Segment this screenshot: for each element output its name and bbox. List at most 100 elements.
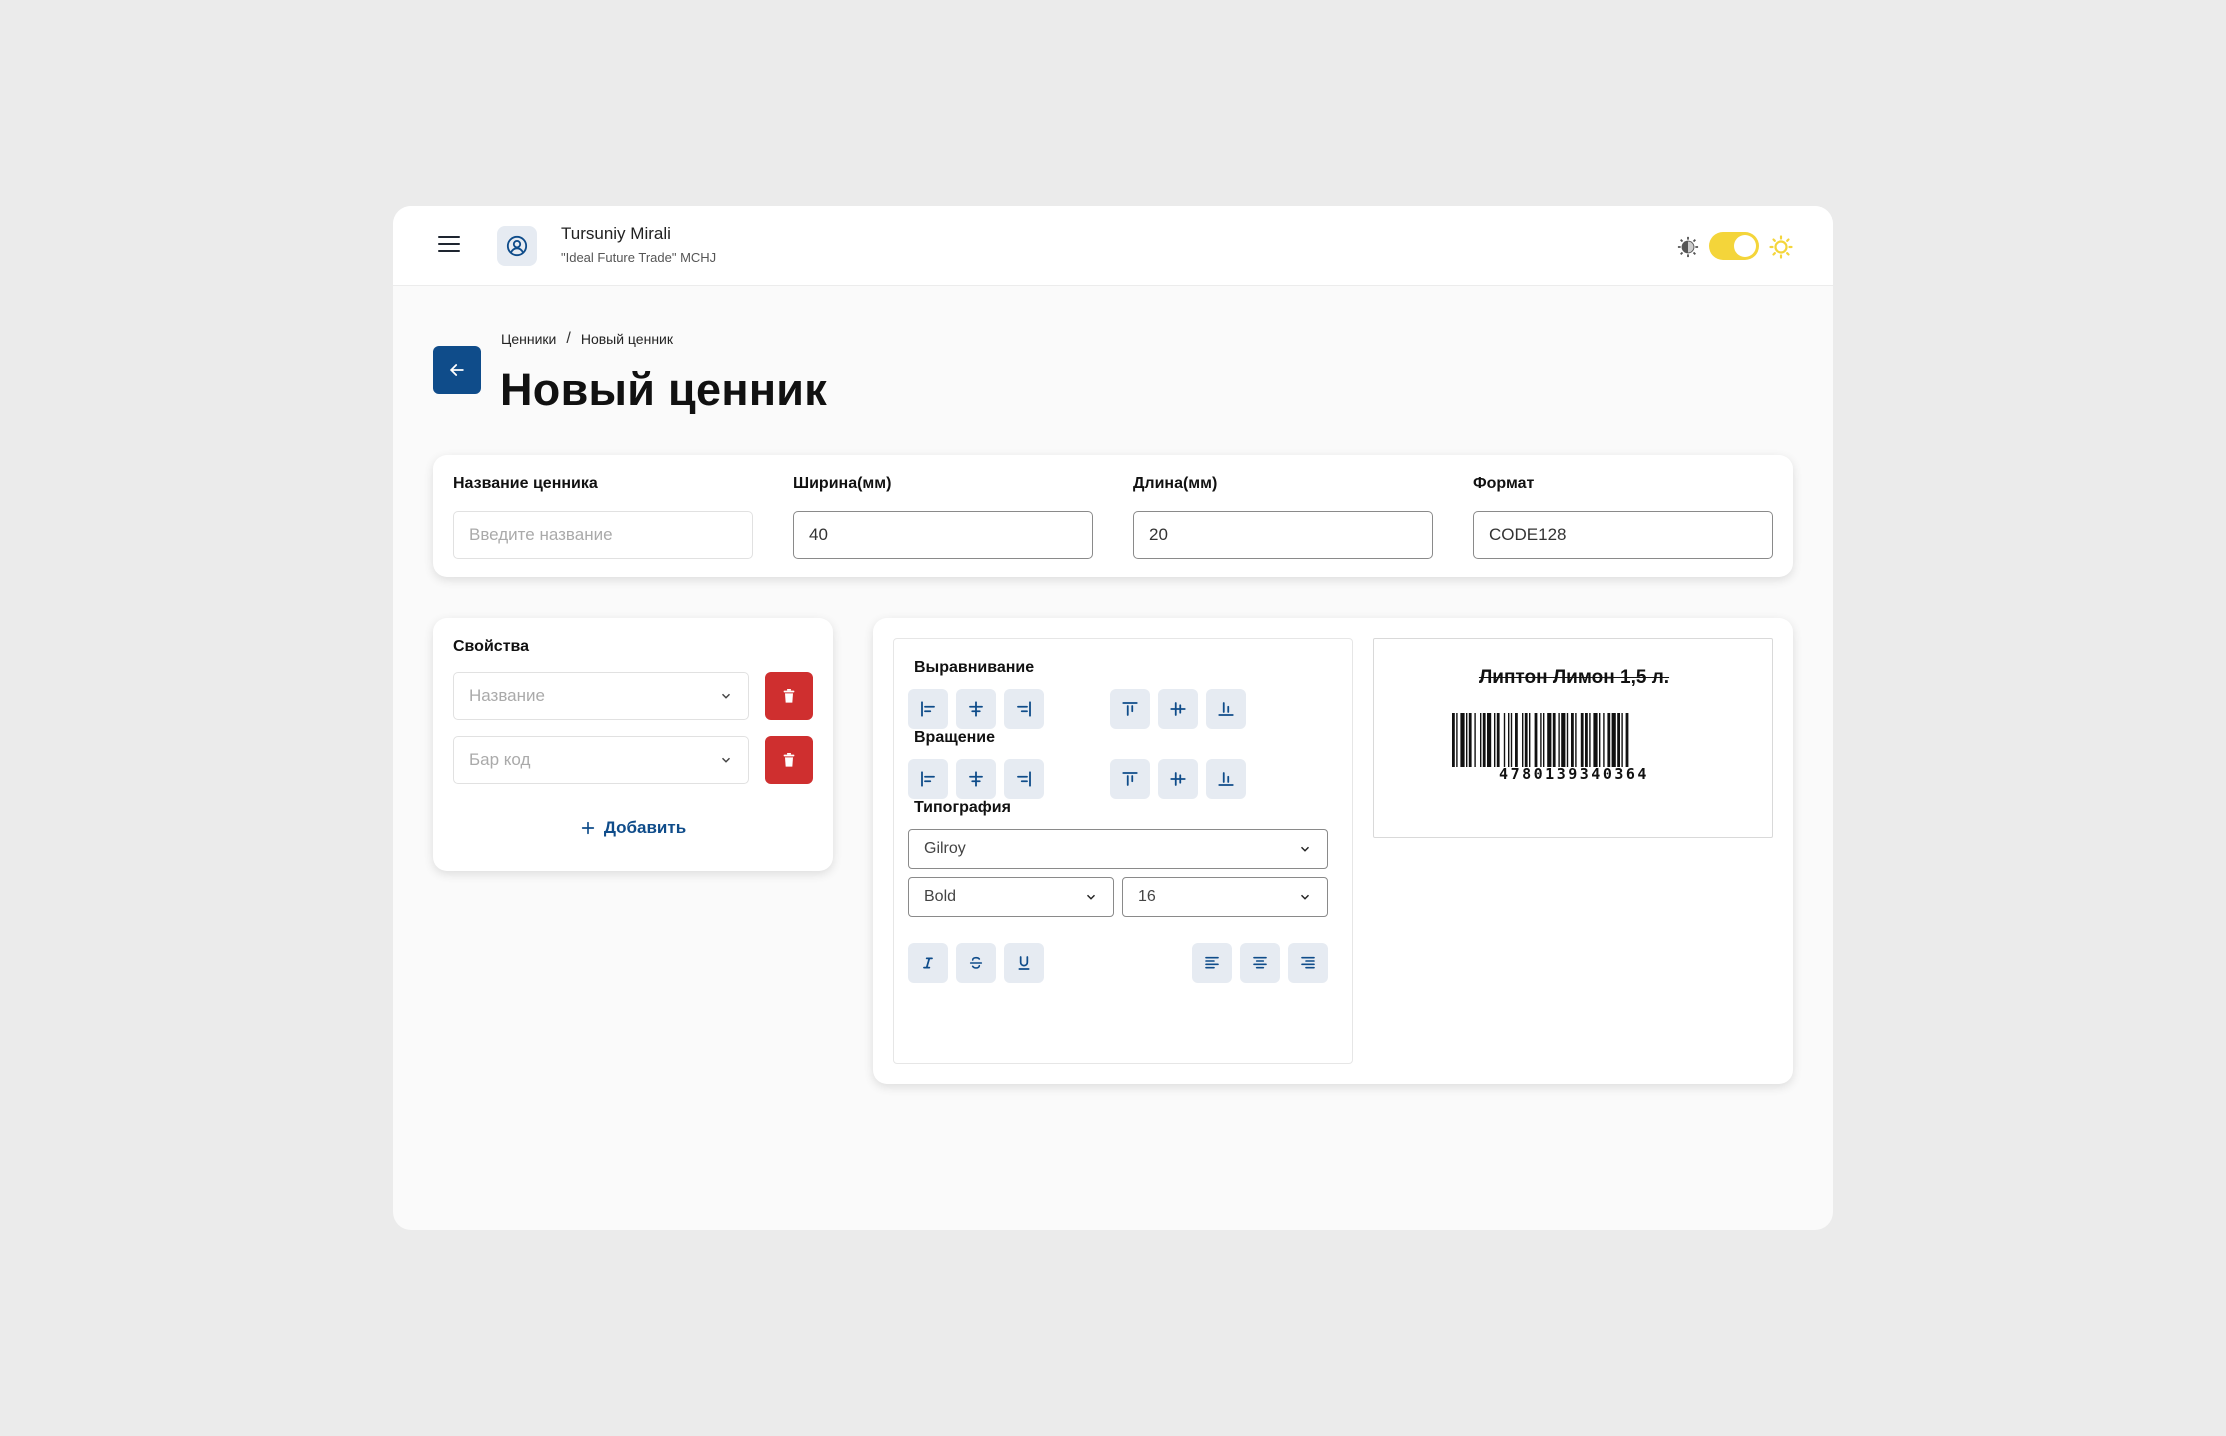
delete-property-button[interactable]: [765, 736, 813, 784]
align-right-button[interactable]: [1004, 689, 1044, 729]
strikethrough-button[interactable]: [956, 943, 996, 983]
back-button[interactable]: [433, 346, 481, 394]
rotate-right-button[interactable]: [1004, 759, 1044, 799]
alignment-title: Выравнивание: [914, 659, 1035, 676]
align-left-icon: [921, 701, 935, 717]
chevron-down-icon: [1300, 894, 1310, 900]
barcode-bar: [1625, 713, 1629, 767]
barcode-bar: [1540, 713, 1542, 767]
text-align-center-button[interactable]: [1240, 943, 1280, 983]
barcode-bar: [1558, 713, 1560, 767]
align-center-horizontal-icon: [969, 701, 983, 717]
property-select-name[interactable]: Название: [453, 672, 749, 720]
barcode-bar: [1575, 713, 1577, 767]
properties-title: Свойства: [453, 638, 530, 655]
font-size-select[interactable]: 16: [1122, 877, 1328, 917]
price-tag-preview: Липтон Лимон 1,5 л. 4780139340364: [1373, 638, 1773, 838]
barcode-bar: [1482, 713, 1486, 767]
align-middle-button[interactable]: [1158, 689, 1198, 729]
barcode-bar: [1585, 713, 1588, 767]
user-company: "Ideal Future Trade" MCHJ: [561, 250, 717, 265]
font-weight-select[interactable]: Bold: [908, 877, 1114, 917]
barcode-bar: [1571, 713, 1574, 767]
plus-icon: [581, 821, 594, 835]
add-property-label: Добавить: [603, 818, 687, 837]
page-title: Новый ценник: [500, 364, 828, 415]
width-field: Ширина(мм) 40: [793, 475, 1093, 559]
align-bottom-button[interactable]: [1206, 689, 1246, 729]
rotate-middle-button[interactable]: [1158, 759, 1198, 799]
align-center-horizontal-button[interactable]: [956, 689, 996, 729]
align-right-icon: [1017, 701, 1031, 717]
trash-icon: [783, 689, 795, 703]
font-family-select[interactable]: Gilroy: [908, 829, 1328, 869]
rotate-left-button[interactable]: [908, 759, 948, 799]
align-top-icon: [1122, 702, 1138, 716]
breadcrumb-link-price-tags[interactable]: Ценники: [501, 331, 556, 347]
font-family-value: Gilroy: [924, 840, 966, 857]
tag-name-input[interactable]: Введите название: [453, 511, 753, 559]
length-input[interactable]: 20: [1133, 511, 1433, 559]
strikethrough-icon: [969, 956, 983, 969]
rotate-top-button[interactable]: [1110, 759, 1150, 799]
text-align-left-button[interactable]: [1192, 943, 1232, 983]
align-left-button[interactable]: [908, 689, 948, 729]
tag-settings-card: Название ценника Введите название Ширина…: [433, 455, 1793, 577]
properties-card: Свойства Название Бар код Добавить: [433, 618, 833, 871]
app-window: Tursuniy Mirali "Ideal Future Trade" MCH…: [393, 206, 1833, 1230]
user-name: Tursuniy Mirali: [561, 224, 671, 243]
barcode-bar: [1547, 713, 1552, 767]
text-align-right-button[interactable]: [1288, 943, 1328, 983]
barcode-bar: [1456, 713, 1458, 767]
chevron-down-icon: [1086, 894, 1096, 900]
breadcrumb-current: Новый ценник: [580, 331, 673, 347]
property-select-label: Бар код: [469, 750, 531, 769]
barcode-bar: [1529, 713, 1531, 767]
align-middle-icon: [1170, 772, 1186, 786]
align-top-button[interactable]: [1110, 689, 1150, 729]
barcode-bar: [1503, 713, 1506, 767]
user-avatar-icon[interactable]: [497, 226, 537, 266]
barcode-bar: [1508, 713, 1510, 767]
preview-barcode-number: 4780139340364: [1499, 765, 1649, 783]
text-align-left-icon: [1205, 956, 1219, 969]
barcode-bar: [1452, 713, 1455, 767]
rotate-bottom-button[interactable]: [1206, 759, 1246, 799]
rotate-center-button[interactable]: [956, 759, 996, 799]
barcode-bar: [1494, 713, 1496, 767]
barcode-bar: [1474, 713, 1476, 767]
font-size-value: 16: [1138, 888, 1156, 905]
theme-toggle[interactable]: [1709, 232, 1759, 260]
barcode-bar: [1510, 713, 1513, 767]
add-property-button[interactable]: Добавить: [433, 818, 833, 838]
hamburger-menu-icon[interactable]: [438, 236, 460, 254]
preview-product-name[interactable]: Липтон Лимон 1,5 л.: [1374, 667, 1774, 689]
italic-icon: [923, 957, 933, 969]
editor-card: Выравнивание Вращение Типография Gilroy …: [873, 618, 1793, 1084]
underline-button[interactable]: [1004, 943, 1044, 983]
toggle-knob: [1734, 235, 1756, 257]
width-input[interactable]: 40: [793, 511, 1093, 559]
typography-title: Типография: [914, 799, 1011, 816]
barcode-bar: [1617, 713, 1620, 767]
barcode-bar: [1487, 713, 1492, 767]
property-select-barcode[interactable]: Бар код: [453, 736, 749, 784]
chevron-down-icon: [721, 693, 731, 699]
barcode-bar: [1599, 713, 1601, 767]
barcode-bar: [1460, 713, 1465, 767]
align-bottom-icon: [1218, 772, 1234, 786]
chevron-down-icon: [1300, 846, 1310, 852]
barcode-bar: [1515, 713, 1518, 767]
top-bar: Tursuniy Mirali "Ideal Future Trade" MCH…: [393, 206, 1833, 286]
barcode-bar: [1543, 713, 1545, 767]
barcode-bar: [1580, 713, 1584, 767]
format-field: Формат CODE128: [1473, 475, 1773, 559]
italic-button[interactable]: [908, 943, 948, 983]
format-input[interactable]: CODE128: [1473, 511, 1773, 559]
length-field: Длина(мм) 20: [1133, 475, 1433, 559]
barcode-image[interactable]: [1452, 713, 1696, 769]
property-select-label: Название: [469, 686, 545, 705]
delete-property-button[interactable]: [765, 672, 813, 720]
text-align-center-icon: [1253, 956, 1267, 969]
barcode-bar: [1603, 713, 1605, 767]
